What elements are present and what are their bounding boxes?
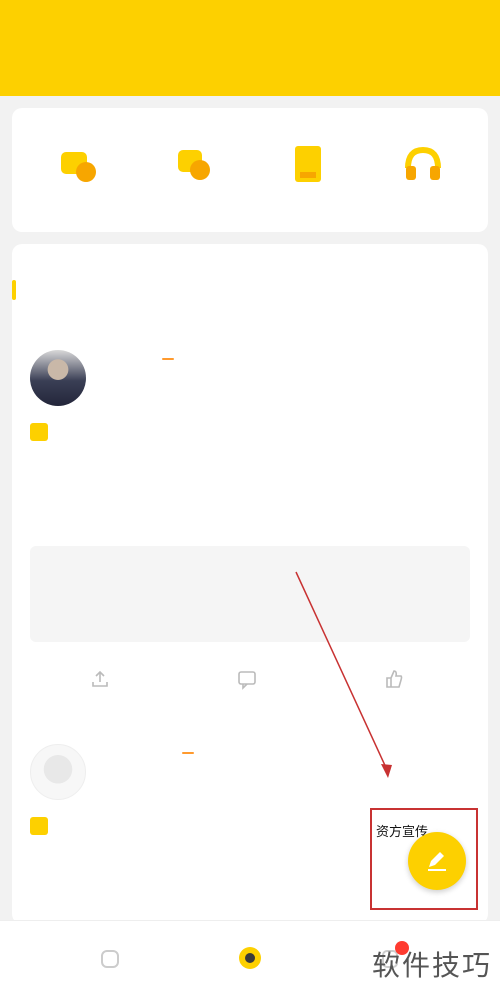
watermark-text: 软件技巧 (371, 949, 492, 982)
quick-link-1[interactable] (28, 142, 128, 198)
share-icon (92, 670, 109, 687)
share-button[interactable] (89, 668, 117, 690)
quick-link-4[interactable] (373, 142, 473, 198)
like-button[interactable] (383, 668, 411, 690)
coin-exchange-icon (170, 142, 216, 188)
quoted-post[interactable] (30, 546, 470, 642)
author-badge (162, 358, 174, 360)
annotation-highlight-box (370, 808, 478, 910)
document-icon (285, 142, 331, 188)
tab-community[interactable] (215, 945, 285, 977)
post-tag-icon (30, 817, 48, 835)
comment-button[interactable] (236, 668, 264, 690)
tab-home[interactable] (75, 945, 145, 977)
avatar[interactable] (30, 350, 86, 406)
home-icon (101, 949, 119, 968)
post-actions (30, 668, 470, 690)
section-accent (12, 280, 16, 300)
post-body (30, 422, 470, 446)
author-badge (182, 752, 194, 754)
quick-link-2[interactable] (143, 142, 243, 198)
comment-icon (238, 671, 256, 690)
quick-links-card (12, 108, 488, 232)
like-icon (385, 670, 402, 688)
post-tag-icon (30, 423, 48, 441)
status-bar (0, 0, 500, 36)
coin-stack-icon (55, 142, 101, 188)
avatar[interactable] (30, 744, 86, 800)
bulb-icon (239, 946, 261, 969)
headset-icon (400, 142, 446, 188)
quick-link-3[interactable] (258, 142, 358, 198)
